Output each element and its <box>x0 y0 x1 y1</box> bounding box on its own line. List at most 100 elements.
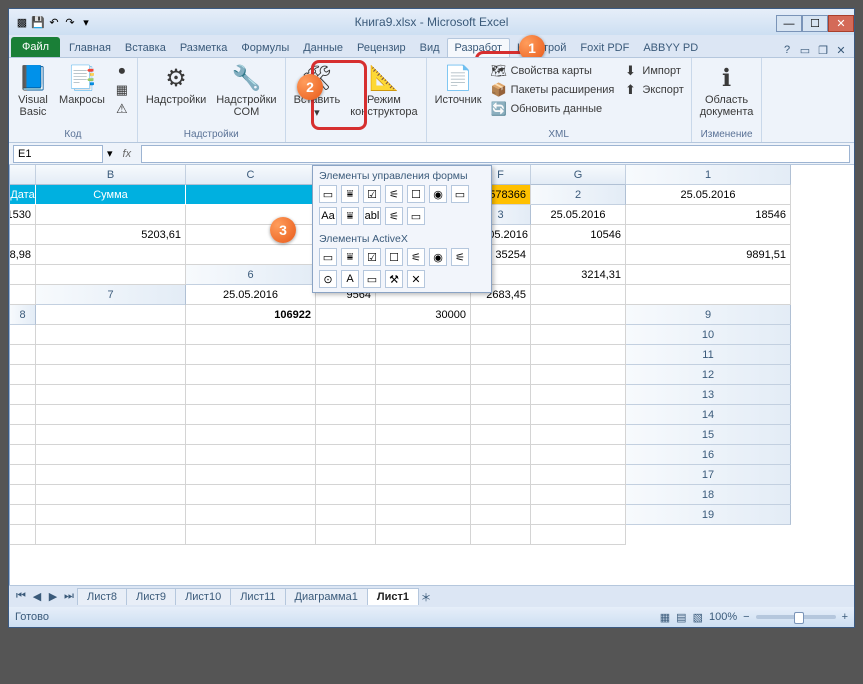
cell-f6[interactable] <box>626 265 791 285</box>
cell-e6[interactable]: 3214,31 <box>531 265 626 285</box>
cell-empty[interactable] <box>531 505 626 525</box>
sheet-tab-8[interactable]: Лист8 <box>77 588 127 605</box>
zoom-level[interactable]: 100% <box>709 611 737 623</box>
cell-empty[interactable] <box>10 505 36 525</box>
row-header-12[interactable]: 12 <box>626 365 791 385</box>
form-control-6[interactable]: ▭ <box>451 185 469 203</box>
cell-empty[interactable] <box>376 385 471 405</box>
row-header-19[interactable]: 19 <box>626 505 791 525</box>
cell-empty[interactable] <box>36 365 186 385</box>
cell-empty[interactable] <box>376 405 471 425</box>
redo-icon[interactable]: ↷ <box>63 15 77 29</box>
cell-g8[interactable] <box>531 305 626 325</box>
form-control-5[interactable]: ◉ <box>429 185 447 203</box>
xml-source-button[interactable]: 📄Источник <box>431 60 486 108</box>
cell-empty[interactable] <box>471 345 531 365</box>
cell-empty[interactable] <box>531 345 626 365</box>
cell-empty[interactable] <box>36 405 186 425</box>
cell-empty[interactable] <box>36 445 186 465</box>
cell-empty[interactable] <box>316 385 376 405</box>
cell-d5[interactable] <box>531 245 626 265</box>
sheet-tab-10[interactable]: Лист10 <box>175 588 231 605</box>
cell-empty[interactable] <box>316 325 376 345</box>
worksheet-grid[interactable]: BCDEFG1ДатаСумма0,280578366225.05.201621… <box>9 165 854 585</box>
cell-e4[interactable]: 2958,98 <box>10 245 36 265</box>
cell-empty[interactable] <box>10 325 36 345</box>
cell-empty[interactable] <box>471 365 531 385</box>
ribbon-min-icon[interactable]: ▭ <box>798 43 812 57</box>
activex-control-3[interactable]: ☐ <box>385 248 403 266</box>
cell-empty[interactable] <box>376 345 471 365</box>
cell-c8[interactable]: 106922 <box>186 305 316 325</box>
row-header-2[interactable]: 2 <box>531 185 626 205</box>
row-header-8[interactable]: 8 <box>10 305 36 325</box>
cell-empty[interactable] <box>376 525 471 545</box>
cell-empty[interactable] <box>531 405 626 425</box>
macros-button[interactable]: 📑Макросы <box>55 60 109 108</box>
cell-empty[interactable] <box>376 485 471 505</box>
tab-abbyy[interactable]: ABBYY PD <box>636 39 705 57</box>
cell-empty[interactable] <box>531 325 626 345</box>
form-control-10[interactable]: ⚟ <box>385 207 403 225</box>
fx-label[interactable]: fx <box>117 148 138 160</box>
maximize-button[interactable]: ☐ <box>802 15 828 32</box>
close-button[interactable]: ✕ <box>828 15 854 32</box>
row-header-9[interactable]: 9 <box>626 305 791 325</box>
cell-e8[interactable]: 30000 <box>376 305 471 325</box>
cell-d1[interactable] <box>186 185 316 205</box>
map-props-button[interactable]: 🗺Свойства карты <box>488 62 618 80</box>
cell-empty[interactable] <box>376 365 471 385</box>
sheet-tab-9[interactable]: Лист9 <box>126 588 176 605</box>
cell-empty[interactable] <box>316 525 376 545</box>
cell-empty[interactable] <box>36 465 186 485</box>
form-control-4[interactable]: ☐ <box>407 185 425 203</box>
cell-empty[interactable] <box>10 365 36 385</box>
activex-control-10[interactable]: ⚒ <box>385 270 403 288</box>
zoom-slider[interactable] <box>756 615 836 619</box>
cell-empty[interactable] <box>376 325 471 345</box>
record-macro-button[interactable]: ⏺ <box>111 62 133 80</box>
cell-empty[interactable] <box>36 385 186 405</box>
cell-empty[interactable] <box>316 365 376 385</box>
cell-b2[interactable]: 25.05.2016 <box>626 185 791 205</box>
cell-empty[interactable] <box>376 425 471 445</box>
cell-empty[interactable] <box>471 425 531 445</box>
cell-b8[interactable] <box>36 305 186 325</box>
cell-empty[interactable] <box>186 445 316 465</box>
cell-empty[interactable] <box>10 405 36 425</box>
row-header-13[interactable]: 13 <box>626 385 791 405</box>
cell-c3[interactable]: 18546 <box>626 205 791 225</box>
cell-empty[interactable] <box>186 485 316 505</box>
form-control-0[interactable]: ▭ <box>319 185 337 203</box>
activex-control-9[interactable]: ▭ <box>363 270 381 288</box>
cell-empty[interactable] <box>36 485 186 505</box>
row-header-11[interactable]: 11 <box>626 345 791 365</box>
col-header-C[interactable]: C <box>186 165 316 185</box>
row-header-16[interactable]: 16 <box>626 445 791 465</box>
cell-d4[interactable] <box>626 225 791 245</box>
cell-empty[interactable] <box>531 425 626 445</box>
save-icon[interactable]: 💾 <box>31 15 45 29</box>
row-header-6[interactable]: 6 <box>186 265 316 285</box>
tab-foxit[interactable]: Foxit PDF <box>573 39 636 57</box>
name-box[interactable]: E1 <box>13 145 103 163</box>
cell-empty[interactable] <box>471 325 531 345</box>
row-header-18[interactable]: 18 <box>626 485 791 505</box>
cell-d8[interactable] <box>316 305 376 325</box>
addins-button[interactable]: ⚙Надстройки <box>142 60 210 108</box>
cell-empty[interactable] <box>10 345 36 365</box>
row-header-1[interactable]: 1 <box>626 165 791 185</box>
row-header-14[interactable]: 14 <box>626 405 791 425</box>
view-break-icon[interactable]: ▧ <box>693 611 703 624</box>
cell-empty[interactable] <box>10 485 36 505</box>
cell-c2[interactable]: 21530 <box>10 205 36 225</box>
cell-empty[interactable] <box>471 505 531 525</box>
cell-empty[interactable] <box>376 505 471 525</box>
cell-empty[interactable] <box>531 465 626 485</box>
view-normal-icon[interactable]: ▦ <box>660 611 670 624</box>
form-control-8[interactable]: ⩸ <box>341 207 359 225</box>
refresh-button[interactable]: 🔄Обновить данные <box>488 100 618 118</box>
sheet-nav-next[interactable]: ▶ <box>45 589 61 605</box>
cell-empty[interactable] <box>36 425 186 445</box>
form-control-9[interactable]: abl <box>363 207 381 225</box>
